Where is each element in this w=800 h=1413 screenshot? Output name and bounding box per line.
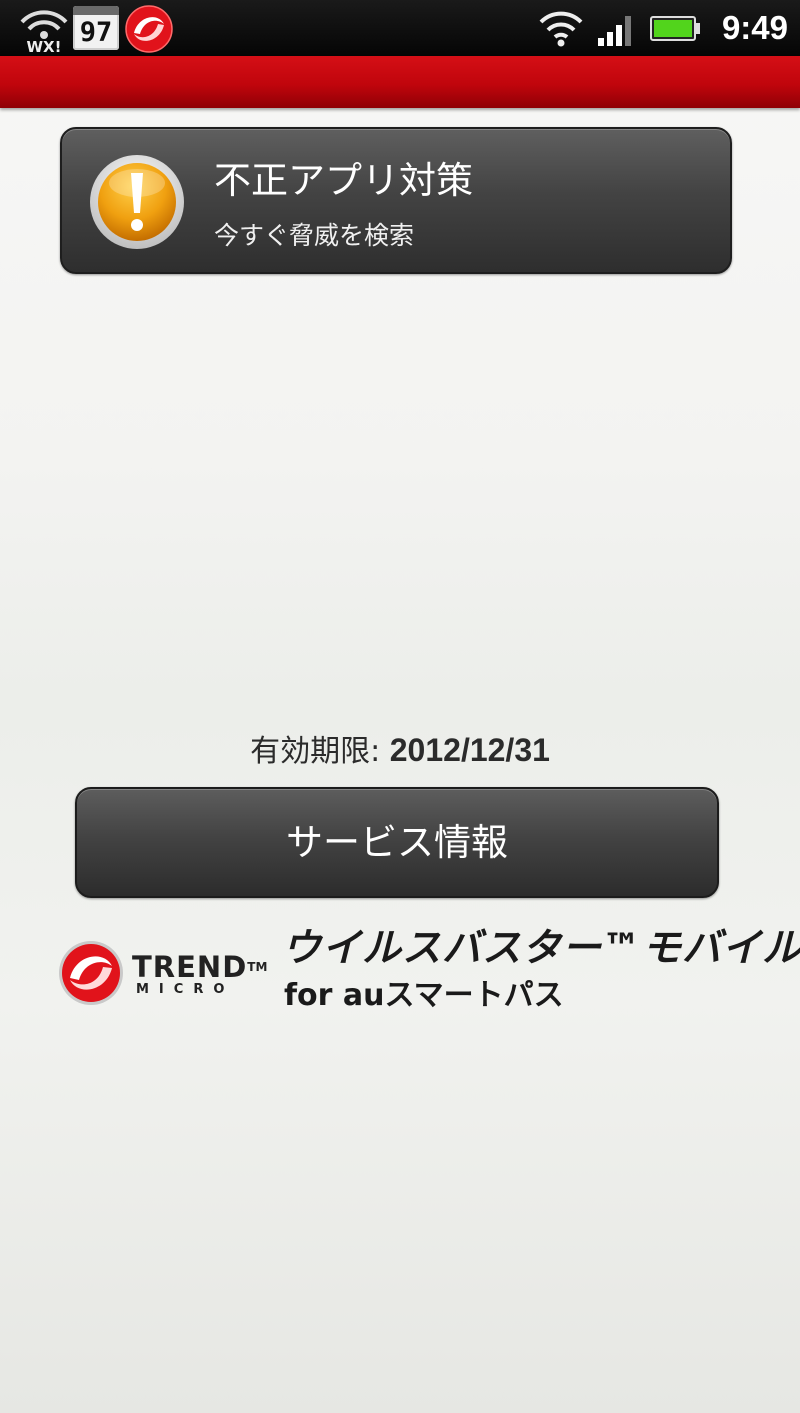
expiry-label: 有効期限: (250, 734, 381, 769)
wx-wifi-icon: WX! (20, 10, 68, 54)
service-info-button[interactable]: サービス情報 (75, 787, 719, 898)
scan-card-title: 不正アプリ対策 (214, 159, 473, 202)
trademark-mark: TM (247, 960, 268, 974)
signal-icon (598, 16, 631, 46)
clock: 9:49 (721, 9, 788, 46)
trend-micro-notification-icon (125, 5, 173, 53)
malware-scan-button[interactable]: 不正アプリ対策 今すぐ脅威を検索 (60, 127, 732, 274)
expiry-date: 有効期限: 2012/12/31 (0, 728, 800, 774)
product-subtitle: for auスマートパス (284, 978, 564, 1013)
warning-icon (90, 155, 184, 249)
trend-micro-subword: MICRO (136, 982, 235, 997)
svg-text:WX!: WX! (27, 38, 62, 54)
expiry-value: 2012/12/31 (389, 732, 550, 768)
battery-icon (650, 16, 700, 41)
trend-micro-word: TREND (132, 950, 248, 984)
trend-micro-logo-icon (59, 941, 123, 1005)
product-name: ウイルスバスター™モバイル (282, 926, 800, 971)
scan-card-subtitle: 今すぐ脅威を検索 (214, 221, 415, 250)
calendar-day: 97 (79, 17, 113, 48)
calendar-icon: 97 (73, 6, 119, 50)
wifi-icon (539, 11, 583, 47)
status-bar: WX! 97 9:49 (0, 0, 800, 56)
app-header-bar (0, 56, 800, 108)
trend-micro-wordmark: TRENDTM (132, 952, 267, 982)
